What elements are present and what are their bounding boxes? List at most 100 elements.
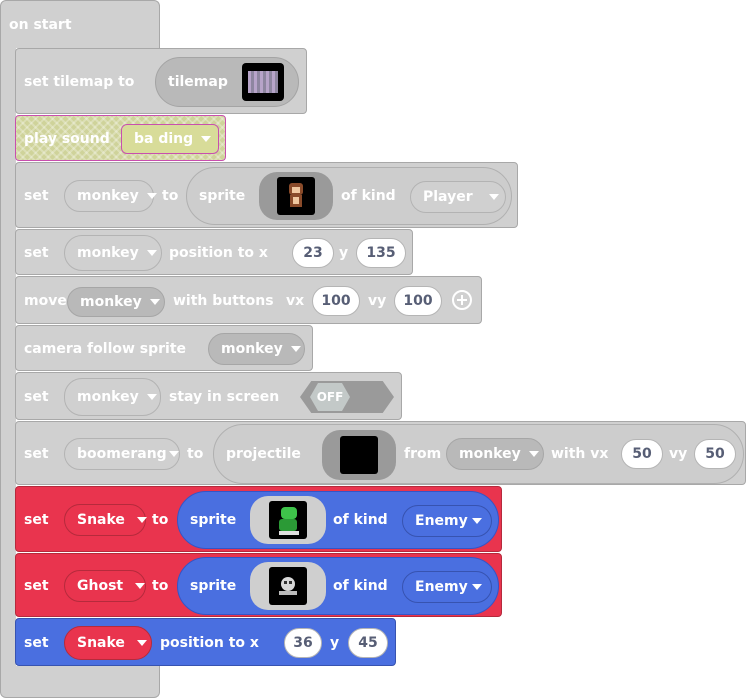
- vx-number-input[interactable]: 50: [621, 439, 663, 469]
- enemy-kind-dropdown[interactable]: Enemy: [402, 505, 492, 537]
- toggle-off-label: OFF: [310, 383, 350, 411]
- create-snake-sprite-block[interactable]: set Snake to sprite of kind Enemy: [15, 486, 502, 552]
- y-label: y: [339, 245, 349, 261]
- sprite-label: sprite: [190, 578, 237, 594]
- monkey-source-dropdown[interactable]: monkey: [446, 438, 544, 470]
- set-tilemap-label: set tilemap to: [24, 74, 135, 90]
- stay-in-screen-block[interactable]: set monkey stay in screen OFF: [15, 372, 402, 420]
- vx-number-input[interactable]: 100: [312, 286, 360, 316]
- boomerang-variable-dropdown[interactable]: boomerang: [64, 438, 180, 470]
- variable-name: Snake: [77, 635, 125, 651]
- with-buttons-label: with buttons: [173, 293, 274, 309]
- set-label: set: [24, 512, 49, 528]
- on-start-block-spine: [0, 46, 16, 668]
- to-label: to: [162, 188, 179, 204]
- on-start-block-footer[interactable]: [0, 666, 160, 698]
- chevron-down-icon: [135, 583, 146, 589]
- set-tilemap-block[interactable]: set tilemap to tilemap: [15, 48, 307, 114]
- x-number-input[interactable]: 36: [284, 628, 322, 658]
- vy-number-input[interactable]: 50: [694, 439, 736, 469]
- chevron-down-icon: [488, 194, 499, 200]
- vy-label: vy: [669, 446, 688, 462]
- variable-name: Ghost: [77, 578, 124, 594]
- chevron-down-icon: [471, 518, 482, 524]
- set-label: set: [24, 245, 49, 261]
- set-monkey-position-block[interactable]: set monkey position to x 23 y 135: [15, 229, 413, 275]
- chevron-down-icon: [146, 193, 157, 199]
- ghost-sprite-icon: [269, 567, 307, 605]
- on-start-label: on start: [9, 17, 72, 33]
- vx-label: vx: [286, 293, 305, 309]
- set-label: set: [24, 578, 49, 594]
- variable-name: monkey: [77, 245, 139, 261]
- chevron-down-icon: [201, 136, 212, 142]
- source-value: monkey: [459, 446, 521, 462]
- create-monkey-sprite-block[interactable]: set monkey to sprite of kind Player: [15, 162, 518, 228]
- projectile-image-thumbnail[interactable]: [322, 430, 396, 480]
- stay-in-screen-label: stay in screen: [169, 389, 280, 405]
- to-label: to: [187, 446, 204, 462]
- ghost-variable-dropdown[interactable]: Ghost: [64, 570, 146, 602]
- monkey-variable-dropdown[interactable]: monkey: [208, 333, 305, 365]
- chevron-down-icon: [136, 517, 147, 523]
- set-snake-position-block[interactable]: set Snake position to x 36 y 45: [15, 618, 396, 666]
- chevron-down-icon: [136, 640, 147, 646]
- move-label: move: [24, 293, 67, 309]
- set-label: set: [24, 188, 49, 204]
- sound-dropdown[interactable]: ba ding: [121, 124, 219, 154]
- sprite-of-kind-reporter[interactable]: sprite of kind Player: [186, 167, 512, 225]
- snake-variable-dropdown[interactable]: Snake: [64, 504, 147, 536]
- variable-name: monkey: [77, 188, 139, 204]
- create-ghost-sprite-block[interactable]: set Ghost to sprite of kind Enemy: [15, 553, 502, 617]
- monkey-variable-dropdown[interactable]: monkey: [64, 378, 161, 416]
- move-with-buttons-block[interactable]: move monkey with buttons vx 100 vy 100: [15, 276, 482, 324]
- play-sound-label: play sound: [24, 131, 110, 147]
- chevron-down-icon: [168, 451, 179, 457]
- kind-value: Player: [423, 189, 473, 205]
- create-projectile-block[interactable]: set boomerang to projectile from monkey …: [15, 421, 746, 485]
- snake-sprite-thumbnail[interactable]: [250, 496, 326, 544]
- sound-dropdown-value: ba ding: [134, 131, 194, 147]
- monkey-variable-dropdown[interactable]: monkey: [64, 235, 162, 271]
- of-kind-label: of kind: [333, 512, 388, 528]
- tilemap-reporter[interactable]: tilemap: [155, 57, 299, 107]
- chevron-down-icon: [146, 394, 157, 400]
- ghost-sprite-thumbnail[interactable]: [250, 562, 326, 610]
- chevron-down-icon: [149, 299, 160, 305]
- position-to-x-label: position to x: [160, 635, 259, 651]
- sprite-of-kind-reporter[interactable]: sprite of kind Enemy: [177, 557, 499, 615]
- projectile-image-icon: [340, 436, 378, 474]
- y-number-input[interactable]: 135: [356, 238, 406, 268]
- tilemap-thumbnail-icon[interactable]: [242, 63, 284, 101]
- enemy-kind-dropdown[interactable]: Enemy: [402, 571, 492, 603]
- sprite-of-kind-reporter[interactable]: sprite of kind Enemy: [177, 491, 499, 549]
- projectile-reporter[interactable]: projectile from monkey with vx 50 vy 50: [213, 424, 744, 484]
- y-label: y: [330, 635, 340, 651]
- variable-name: boomerang: [77, 446, 167, 462]
- position-to-x-label: position to x: [169, 245, 268, 261]
- set-label: set: [24, 389, 49, 405]
- tilemap-reporter-label: tilemap: [168, 74, 228, 90]
- on-start-hat-block[interactable]: on start: [0, 0, 160, 48]
- monkey-sprite-thumbnail[interactable]: [259, 172, 333, 220]
- monkey-sprite-icon: [277, 177, 315, 215]
- play-sound-block[interactable]: play sound ba ding: [15, 115, 226, 161]
- add-parameter-icon[interactable]: [452, 290, 472, 310]
- snake-variable-dropdown[interactable]: Snake: [64, 626, 152, 660]
- monkey-variable-dropdown[interactable]: monkey: [64, 180, 157, 212]
- camera-follow-sprite-block[interactable]: camera follow sprite monkey: [15, 325, 313, 371]
- variable-name: Snake: [77, 512, 125, 528]
- to-label: to: [152, 578, 169, 594]
- chevron-down-icon: [146, 250, 157, 256]
- y-number-input[interactable]: 45: [348, 628, 388, 658]
- monkey-variable-dropdown[interactable]: monkey: [67, 287, 165, 317]
- stay-in-screen-toggle[interactable]: OFF: [300, 381, 394, 413]
- x-number-input[interactable]: 23: [292, 238, 334, 268]
- kind-value: Enemy: [415, 579, 468, 595]
- player-kind-dropdown[interactable]: Player: [410, 181, 506, 213]
- chevron-down-icon: [528, 451, 539, 457]
- chevron-down-icon: [471, 584, 482, 590]
- vy-number-input[interactable]: 100: [394, 286, 442, 316]
- variable-name: monkey: [77, 389, 139, 405]
- sprite-label: sprite: [199, 188, 246, 204]
